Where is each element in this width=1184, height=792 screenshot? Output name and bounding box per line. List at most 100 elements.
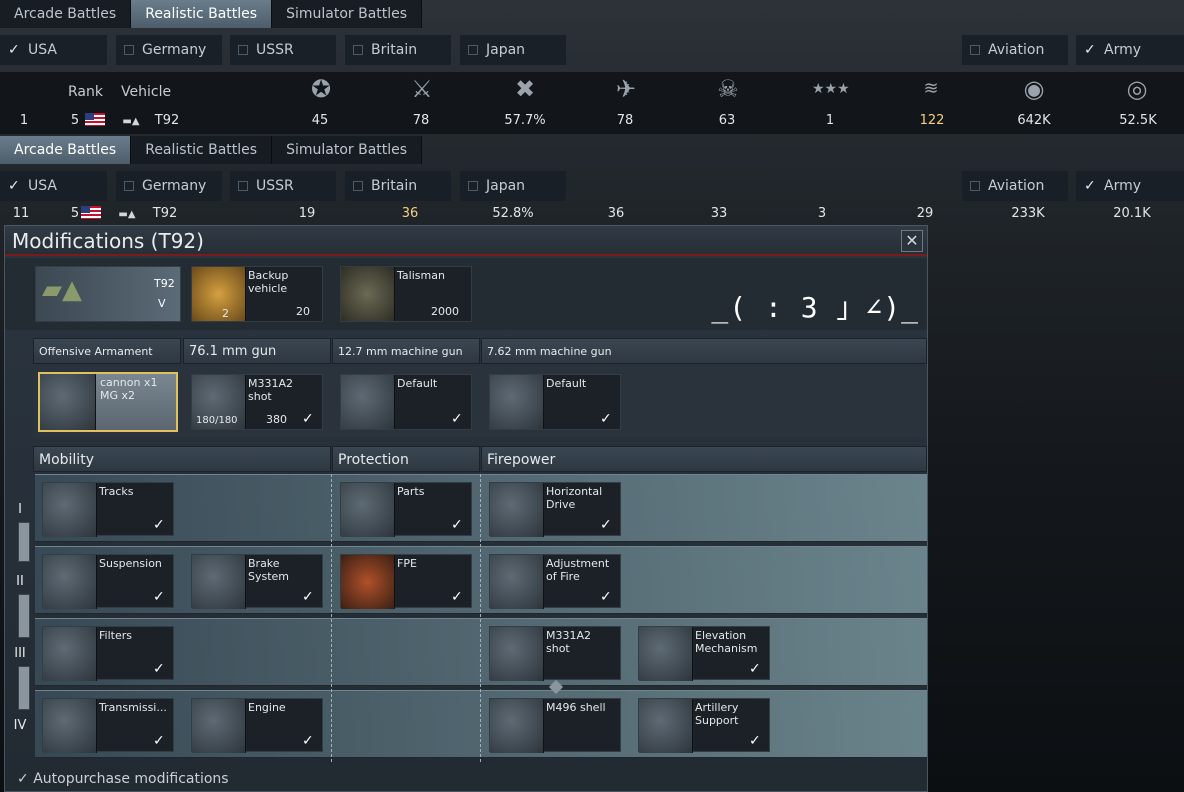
row-victories: 78 bbox=[412, 113, 430, 128]
talisman-icon bbox=[341, 267, 395, 321]
mod-adjustment-of-fire[interactable]: Adjustment of Fire ✓ bbox=[489, 554, 621, 609]
tier-2-label: II bbox=[16, 574, 24, 589]
ammo-lmg-card[interactable]: Default ✓ bbox=[489, 374, 621, 430]
backup-tank-icon bbox=[192, 267, 246, 321]
checkbox bbox=[238, 45, 248, 55]
filter-label: USSR bbox=[256, 42, 294, 58]
filter-britain[interactable]: Britain bbox=[345, 35, 451, 65]
mod-elevation-mechanism[interactable]: Elevation Mechanism ✓ bbox=[638, 626, 770, 681]
filter-japan[interactable]: Japan bbox=[460, 171, 566, 201]
mod-label: FPE bbox=[397, 557, 417, 570]
ammo-label: Default bbox=[546, 377, 587, 390]
tab-realistic-second[interactable]: Realistic Battles bbox=[131, 136, 273, 164]
tab-arcade-top[interactable]: Arcade Battles bbox=[0, 0, 132, 28]
lmg-header: 7.62 mm machine gun bbox=[481, 338, 927, 364]
brake-icon bbox=[192, 555, 246, 609]
filter-usa[interactable]: ✓ USA bbox=[0, 35, 107, 65]
filter-aviation[interactable]: Aviation bbox=[962, 171, 1068, 201]
checkbox bbox=[238, 181, 248, 191]
mod-transmission[interactable]: Transmissi... ✓ bbox=[42, 698, 174, 753]
tab-simulator-top[interactable]: Simulator Battles bbox=[272, 0, 423, 28]
check-icon: ✓ bbox=[302, 589, 314, 605]
filter-germany[interactable]: Germany bbox=[116, 171, 222, 201]
checkbox bbox=[970, 45, 980, 55]
filter-label: Aviation bbox=[988, 178, 1045, 194]
tab-arcade-second[interactable]: Arcade Battles bbox=[0, 136, 132, 164]
ammo-hmg-card[interactable]: Default ✓ bbox=[340, 374, 472, 430]
talisman-card[interactable]: Talisman 2000 bbox=[340, 266, 472, 322]
mod-horizontal-drive[interactable]: Horizontal Drive ✓ bbox=[489, 482, 621, 537]
row-place: 1 bbox=[19, 113, 29, 128]
shell-icon bbox=[490, 627, 544, 681]
check-icon: ✓ bbox=[8, 42, 20, 58]
autopurchase-toggle[interactable]: ✓ Autopurchase modifications bbox=[17, 771, 229, 787]
battle-mode-tabs-second: Arcade Battles Realistic Battles Simulat… bbox=[0, 136, 423, 164]
mod-fpe[interactable]: FPE ✓ bbox=[340, 554, 472, 609]
filter-label: Germany bbox=[142, 178, 207, 194]
check-icon: ✓ bbox=[600, 589, 612, 605]
armament-preset-card[interactable]: cannon x1 MG x2 bbox=[38, 372, 178, 432]
mod-artillery-support[interactable]: Artillery Support ✓ bbox=[638, 698, 770, 753]
stats-row-realistic: 1 5 ▬▲ T92 45 78 57.7% 78 63 1 122 642K … bbox=[0, 113, 1184, 133]
filter-germany[interactable]: Germany bbox=[116, 35, 222, 65]
row-deaths: 63 bbox=[718, 113, 736, 128]
stats-row-arcade: 11 5 ▬▲ T92 19 36 52.8% 36 33 3 29 233K … bbox=[0, 206, 1184, 224]
check-icon: ✓ bbox=[153, 517, 165, 533]
mod-filters[interactable]: Filters ✓ bbox=[42, 626, 174, 681]
ammo-m331a2-card[interactable]: M331A2 shot 180/180 380 ✓ bbox=[191, 374, 323, 430]
tab-realistic-top[interactable]: Realistic Battles bbox=[131, 0, 273, 28]
filter-label: Aviation bbox=[988, 42, 1045, 58]
mod-label: Adjustment of Fire bbox=[546, 557, 610, 583]
win-rate-icon: ✖ bbox=[514, 75, 536, 103]
filter-label: Germany bbox=[142, 42, 207, 58]
filter-army[interactable]: ✓ Army bbox=[1076, 35, 1184, 65]
respawns-icon: ✈ bbox=[615, 75, 637, 103]
filter-label: USA bbox=[28, 178, 57, 194]
vehicle-card[interactable]: ▰▲ T92 V bbox=[35, 266, 181, 322]
filter-ussr[interactable]: USSR bbox=[230, 171, 336, 201]
filter-ussr[interactable]: USSR bbox=[230, 35, 336, 65]
mod-tracks[interactable]: Tracks ✓ bbox=[42, 482, 174, 537]
row-air-kills: 3 bbox=[817, 206, 827, 221]
mod-label: Engine bbox=[248, 701, 286, 714]
firepower-header: Firepower bbox=[481, 446, 927, 472]
check-icon: ✓ bbox=[153, 661, 165, 677]
mod-engine[interactable]: Engine ✓ bbox=[191, 698, 323, 753]
filter-japan[interactable]: Japan bbox=[460, 35, 566, 65]
suspension-icon bbox=[43, 555, 97, 609]
row-air-kills: 1 bbox=[825, 113, 835, 128]
filter-britain[interactable]: Britain bbox=[345, 171, 451, 201]
checkbox bbox=[468, 45, 478, 55]
ammo-cost: 380 bbox=[266, 413, 287, 426]
backup-vehicle-card[interactable]: Backup vehicle 2 20 bbox=[191, 266, 323, 322]
mod-suspension[interactable]: Suspension ✓ bbox=[42, 554, 174, 609]
close-button[interactable]: ✕ bbox=[901, 230, 923, 252]
check-icon: ✓ bbox=[600, 517, 612, 533]
vehicle-header: Vehicle bbox=[121, 84, 172, 100]
filter-icon bbox=[43, 627, 97, 681]
mod-brake-system[interactable]: Brake System ✓ bbox=[191, 554, 323, 609]
filter-usa[interactable]: ✓ USA bbox=[0, 171, 107, 201]
row-battles: 45 bbox=[311, 113, 329, 128]
tank-icon: ▬▲ bbox=[118, 209, 136, 220]
check-icon: ✓ bbox=[749, 661, 761, 677]
mod-label: Parts bbox=[397, 485, 425, 498]
research-icon: ◉ bbox=[1023, 75, 1045, 103]
filter-label: Japan bbox=[486, 42, 526, 58]
check-icon: ✓ bbox=[8, 178, 20, 194]
filter-label: USSR bbox=[256, 178, 294, 194]
mod-m331a2-shot[interactable]: M331A2 shot bbox=[489, 626, 621, 681]
mod-m496-shell[interactable]: M496 shell bbox=[489, 698, 621, 753]
tier-3-label: III bbox=[14, 646, 26, 661]
check-icon: ✓ bbox=[600, 411, 612, 427]
battle-mode-tabs-top: Arcade Battles Realistic Battles Simulat… bbox=[0, 0, 423, 28]
extinguisher-icon bbox=[341, 555, 395, 609]
talisman-cost: 2000 bbox=[431, 305, 459, 318]
modifications-window: Modifications (T92) ✕ ▰▲ T92 V Backup ve… bbox=[4, 225, 928, 792]
filter-aviation[interactable]: Aviation bbox=[962, 35, 1068, 65]
ammo-count: 180/180 bbox=[196, 415, 238, 426]
mod-parts[interactable]: Parts ✓ bbox=[340, 482, 472, 537]
filter-army[interactable]: ✓ Army bbox=[1076, 171, 1184, 201]
tab-simulator-second[interactable]: Simulator Battles bbox=[272, 136, 423, 164]
vehicle-tag: T92 bbox=[154, 277, 175, 290]
